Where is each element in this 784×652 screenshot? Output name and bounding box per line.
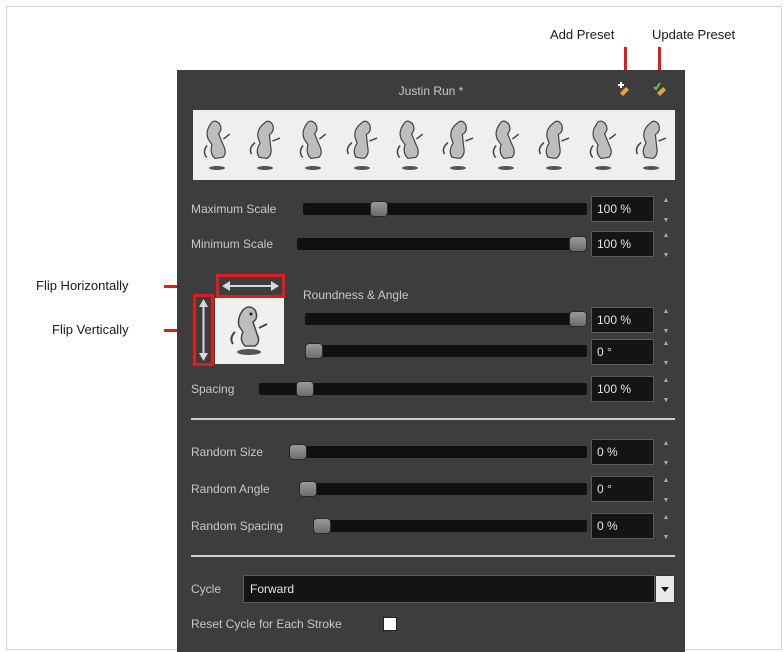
roundness-angle-label: Roundness & Angle [303,288,409,302]
flip-horizontally-annotation: Flip Horizontally [36,278,129,293]
random-angle-handle[interactable] [299,481,317,497]
random-spacing-slider[interactable] [313,518,587,534]
random-size-value[interactable]: 0 % [591,439,654,465]
random-angle-label: Random Angle [191,482,270,496]
roundness-value[interactable]: 100 % [591,307,654,333]
random-spacing-spinner[interactable]: ▲ ▼ [661,513,671,541]
random-size-handle[interactable] [289,444,307,460]
flip-vertically-button[interactable] [193,294,214,366]
random-size-spinner[interactable]: ▲ ▼ [661,439,671,467]
flip-vertically-annotation: Flip Vertically [52,322,129,337]
character-tip-icon [230,306,268,355]
minimum-scale-value[interactable]: 100 % [591,231,654,257]
vertical-arrow-icon [199,299,208,361]
random-angle-slider[interactable] [299,481,587,497]
cycle-label: Cycle [191,582,222,596]
maximum-scale-label: Maximum Scale [191,202,277,216]
strip-frame [532,110,576,180]
angle-spinner[interactable]: ▲ ▼ [661,339,671,367]
brush-tip-preview [215,298,284,364]
reset-cycle-checkbox[interactable] [383,617,397,631]
minimum-scale-slider[interactable] [297,236,587,252]
update-preset-icon[interactable] [653,82,669,98]
spacing-value[interactable]: 100 % [591,376,654,402]
random-spacing-handle[interactable] [313,518,331,534]
spacing-handle[interactable] [296,381,315,397]
angle-slider[interactable] [305,343,587,359]
update-preset-annotation: Update Preset [652,27,736,42]
spacing-spinner[interactable]: ▲ ▼ [661,376,671,404]
horizontal-arrow-icon [222,281,279,291]
random-angle-spinner[interactable]: ▲ ▼ [661,476,671,504]
strip-frame [388,110,432,180]
strip-frame [195,110,239,180]
section-divider [191,418,675,420]
minimum-scale-label: Minimum Scale [191,237,274,251]
strip-frame [629,110,673,180]
random-angle-value[interactable]: 0 ° [591,476,654,502]
maximum-scale-value[interactable]: 100 % [591,196,654,222]
random-spacing-label: Random Spacing [191,519,284,533]
brush-preview-strip [193,110,675,180]
strip-frame [291,110,335,180]
maximum-scale-slider[interactable] [303,201,587,217]
roundness-handle[interactable] [569,311,587,327]
maximum-scale-handle[interactable] [369,201,388,217]
strip-frame [243,110,287,180]
roundness-spinner[interactable]: ▲ ▼ [661,307,671,335]
random-size-slider[interactable] [289,444,587,460]
flip-horizontally-button[interactable] [216,274,285,298]
random-spacing-value[interactable]: 0 % [591,513,654,539]
cycle-dropdown[interactable]: Forward [243,575,655,603]
strip-frame [581,110,625,180]
preset-title: Justin Run * [398,84,464,98]
strip-frame [484,110,528,180]
maximum-scale-spinner[interactable]: ▲ ▼ [661,196,671,224]
cycle-dropdown-button[interactable] [655,575,675,603]
strip-frame [436,110,480,180]
minimum-scale-handle[interactable] [569,236,587,252]
reset-cycle-label: Reset Cycle for Each Stroke [191,617,342,631]
strip-frame [340,110,384,180]
add-preset-annotation: Add Preset [550,27,615,42]
chevron-down-icon [661,587,669,592]
minimum-scale-spinner[interactable]: ▲ ▼ [661,231,671,259]
roundness-slider[interactable] [305,311,587,327]
angle-handle[interactable] [305,343,323,359]
random-size-label: Random Size [191,445,264,459]
spacing-slider[interactable] [259,381,587,397]
brush-tip-panel: Justin Run * Maximum Scale 100 % ▲ ▼ Mini… [177,70,685,652]
spacing-label: Spacing [191,382,235,396]
section-divider-2 [191,555,675,557]
angle-value[interactable]: 0 ° [591,339,654,365]
add-preset-icon[interactable] [616,82,632,98]
